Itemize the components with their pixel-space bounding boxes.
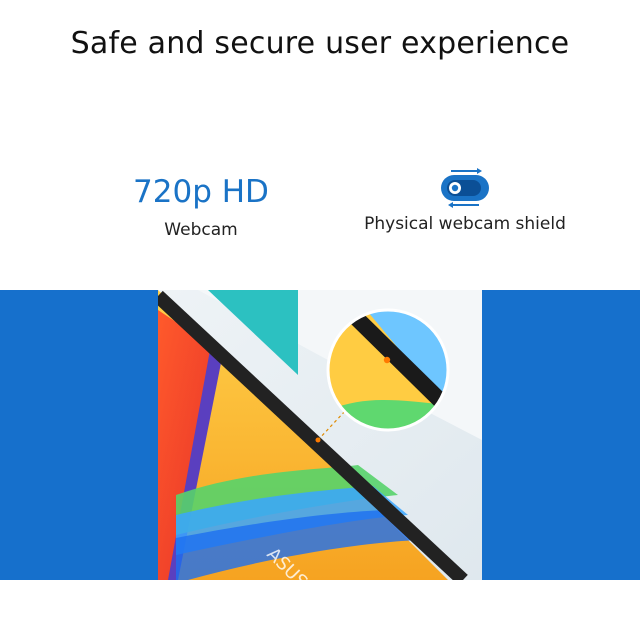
- page-headline: Safe and secure user experience: [70, 26, 570, 61]
- hero-image: ASUS: [158, 290, 482, 580]
- feature-webcam-shield: Physical webcam shield: [355, 166, 575, 234]
- webcam-label: Webcam: [164, 220, 238, 240]
- webcam-shield-toggle-icon: [441, 168, 489, 208]
- webcam-shield-label: Physical webcam shield: [364, 214, 566, 234]
- webcam-resolution: 720p HD: [133, 174, 269, 210]
- feature-webcam: 720p HD Webcam: [101, 168, 301, 240]
